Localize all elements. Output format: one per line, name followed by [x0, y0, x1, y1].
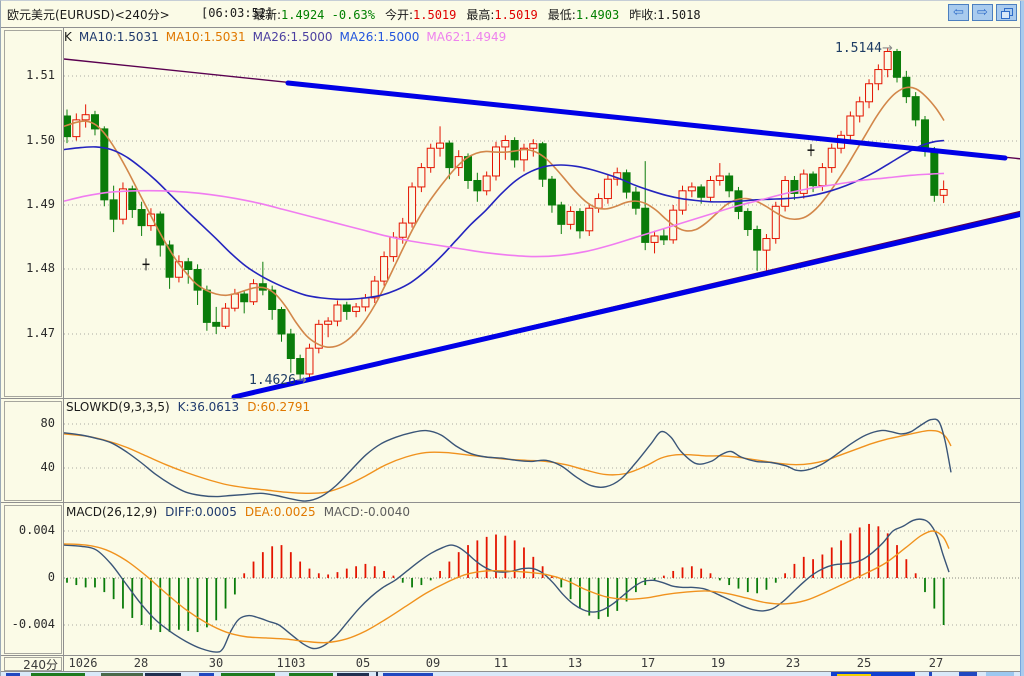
- macd-label: MACD(26,12,9) DIFF:0.0005 DEA:0.0025 MACD:-…: [66, 505, 418, 519]
- annotation-arrow-icon: →: [295, 373, 307, 388]
- ticker-fragment: [959, 672, 977, 676]
- axis-tick-label: 0: [47, 570, 55, 584]
- ticker-fragment: [986, 672, 1014, 676]
- frame-layer: [1, 27, 1024, 672]
- high-annotation: 1.5144→: [835, 41, 893, 56]
- annotation-arrow-icon: →: [881, 41, 893, 56]
- date-tick-label: 13: [567, 656, 583, 670]
- indicator-label-part: DEA:0.0025: [244, 505, 316, 519]
- legend-item: MA10:1.5031: [78, 30, 159, 44]
- indicator-label-part: D:60.2791: [247, 400, 311, 414]
- chart-canvas[interactable]: [1, 1, 1024, 676]
- indicator-label-part: K:36.0613: [177, 400, 240, 414]
- legend-item: K: [64, 30, 72, 44]
- date-tick-label: 27: [928, 656, 944, 670]
- date-tick-label: 19: [710, 656, 726, 670]
- slowkd-label: SLOWKD(9,3,3,5) K:36.0613 D:60.2791: [66, 400, 318, 414]
- ticker-fragment: [376, 672, 378, 676]
- legend-item: MA10:1.5031: [165, 30, 246, 44]
- slowkd-layer: [63, 418, 952, 502]
- date-tick-label: 05: [355, 656, 371, 670]
- date-tick-label: 09: [425, 656, 441, 670]
- legend-item: MA26:1.5000: [339, 30, 420, 44]
- high-annotation-value: 1.5144: [835, 41, 882, 56]
- period-label: 240分: [23, 658, 58, 672]
- legend-item: MA26:1.5000: [252, 30, 333, 44]
- axis-tick-label: 1.50: [26, 133, 55, 147]
- low-annotation-value: 1.4626: [249, 373, 296, 388]
- axis-tick-label: 1.47: [26, 326, 55, 340]
- low-annotation: 1.4626→: [249, 373, 307, 388]
- date-tick-label: 28: [133, 656, 149, 670]
- axis-tick-label: 1.48: [26, 261, 55, 275]
- legend-item: MA62:1.4949: [426, 30, 507, 44]
- indicator-label-part: DIFF:0.0005: [165, 505, 237, 519]
- date-tick-label: 1026: [68, 656, 98, 670]
- axis-tick-label: 1.51: [26, 68, 55, 82]
- axis-tick-label: 40: [40, 460, 55, 474]
- date-tick-label: 30: [208, 656, 224, 670]
- indicator-label-part: MACD:-0.0040: [323, 505, 411, 519]
- axis-tick-label: -0.004: [11, 617, 55, 631]
- date-tick-label: 1103: [276, 656, 306, 670]
- bottom-ticker-strip[interactable]: [1, 672, 1024, 676]
- macd-layer: [63, 518, 950, 653]
- axis-tick-label: 1.49: [26, 197, 55, 211]
- trendlines-layer: [63, 58, 1024, 400]
- ma-legend: K MA10:1.5031 MA10:1.5031 MA26:1.5000 MA26:1…: [64, 30, 513, 44]
- axis-tick-label: 80: [40, 416, 55, 430]
- date-tick-label: 23: [785, 656, 801, 670]
- indicator-label-part: MACD(26,12,9): [66, 505, 158, 519]
- window-right-frame: [1020, 1, 1024, 676]
- date-tick-label: 25: [856, 656, 872, 670]
- date-tick-label: 11: [493, 656, 509, 670]
- indicator-label-part: SLOWKD(9,3,3,5): [66, 400, 170, 414]
- axis-tick-label: 0.004: [18, 523, 55, 537]
- ma-lines-layer: [63, 86, 945, 348]
- trading-app-window: 欧元美元(EURUSD)<240分> [06:03:52] 最新:1.4924 …: [0, 0, 1024, 676]
- date-tick-label: 17: [640, 656, 656, 670]
- ticker-fragment: [929, 672, 932, 676]
